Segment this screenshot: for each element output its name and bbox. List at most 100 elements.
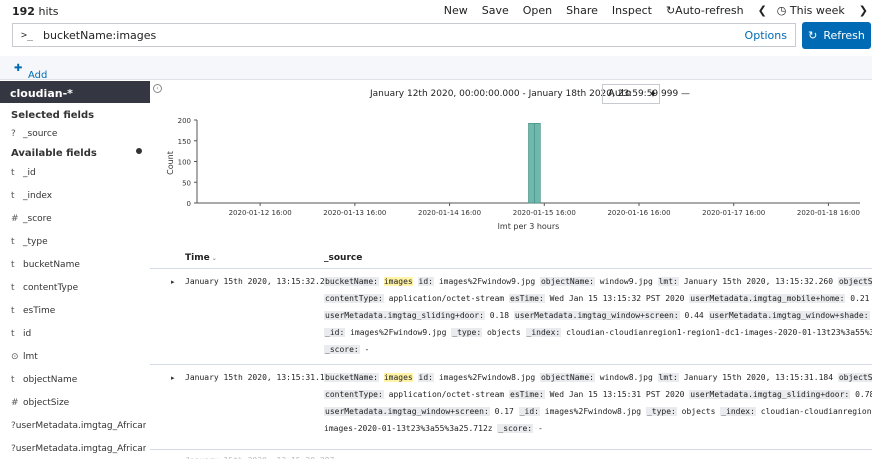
available-field-item[interactable]: ⊙ lmt [11,352,146,362]
refresh-cycle-icon: ↻ [665,4,676,17]
table-row[interactable]: ▸ January 15th 2020, 13:15:32.260 bucketNa… [150,268,872,364]
y-axis-label: Count [166,151,175,175]
hit-count-label: hits [38,5,59,18]
share-button[interactable]: Share [566,4,598,17]
source-value: 0.21 [850,294,870,303]
source-line: userMetadata.imgtag_sliding+door: 0.18 u… [324,307,870,324]
sort-icon: ⌄ [209,255,217,262]
source-key: userMetadata.imgtag_window+shade: [708,311,870,320]
available-field-item[interactable]: ? userMetadata.imgtag_African... [11,421,146,431]
source-value: objects [681,407,716,416]
field-name: _type [23,237,48,247]
selected-field-item[interactable]: ? _source [11,129,146,139]
available-field-item[interactable]: ? userMetadata.imgtag_African... [11,444,146,454]
source-value: January 15th 2020, 13:15:31.184 [683,373,834,382]
source-value: Wed Jan 15 13:15:31 PST 2020 [549,390,685,399]
next-time-button[interactable]: ❯ [859,4,868,17]
field-name: objectName [23,375,78,385]
available-field-item[interactable]: t objectName [11,375,146,385]
source-line: _score: - [324,341,864,358]
search-input[interactable]: bucketName:images [43,29,156,42]
refresh-button[interactable]: ↻ Refresh [802,22,871,49]
refresh-icon: ↻ [808,29,818,42]
field-name: _index [23,191,53,201]
source-value: window8.jpg [599,373,653,382]
inspect-button[interactable]: Inspect [612,4,652,17]
histogram-chart: 0 50 100 150 200 Count 2020-01-12 16:00 2020-01… [166,117,860,231]
field-type-icon: t [11,191,15,201]
source-value: 0.44 [684,311,704,320]
field-type-icon: t [11,329,15,339]
collapse-sidebar-icon[interactable]: ‹ [153,84,162,93]
source-value: 0.17 [494,407,514,416]
options-link[interactable]: Options [745,29,787,42]
source-value: images%2Fwindow9.jpg [350,328,447,337]
source-line: bucketName: images id: images%2Fwindow9.… [324,273,872,290]
x-tick-label: 2020-01-13 16:00 [323,209,386,217]
query-bar[interactable]: >_ bucketName:images Options [12,23,796,47]
row-time: January 15th 2020, 13:15:31.184 [185,373,335,382]
field-name: _source [23,129,58,139]
source-value: window9.jpg [599,277,653,286]
field-type-icon: # [11,398,19,408]
available-field-item[interactable]: t esTime [11,306,146,316]
interval-select[interactable]: Auto ▴ ▾ [602,84,660,104]
table-row[interactable]: ▸ January 15th 2020, 13:15:31.184 bucketNa… [150,364,872,449]
source-key: userMetadata.imgtag_mobile+home: [689,294,846,303]
field-type-icon: t [11,283,15,293]
open-button[interactable]: Open [523,4,552,17]
select-caret-icon: ▴ ▾ [650,87,655,99]
available-field-item[interactable]: t _index [11,191,146,201]
available-field-item[interactable]: # _score [11,214,146,224]
refresh-label: Refresh [823,29,865,42]
available-field-item[interactable]: t bucketName [11,260,146,270]
time-picker-label: This week [789,4,845,17]
source-key: lmt: [657,277,679,286]
top-menu: New Save Open Share Inspect ↻Auto-refres… [430,4,872,17]
discover-app: 192 hits New Save Open Share Inspect ↻Au… [0,0,872,459]
field-name: lmt [23,352,38,362]
expand-row-icon[interactable]: ▸ [171,278,175,286]
field-name: userMetadata.imgtag_African... [15,421,146,431]
source-key: esTime: [509,294,545,303]
auto-refresh-button[interactable]: ↻Auto-refresh [666,4,744,17]
field-type-icon: # [11,214,19,224]
time-column-header[interactable]: Time ⌄ [185,253,217,263]
source-column-header: _source [324,253,363,263]
field-name: objectSize [23,398,70,408]
table-row[interactable]: ▸January 15th 2020, 13:15:30.287 [150,449,872,459]
source-key: _index: [720,407,756,416]
save-button[interactable]: Save [482,4,509,17]
available-field-item[interactable]: t _type [11,237,146,247]
source-value: application/octet-stream [388,294,505,303]
available-field-item[interactable]: # objectSize [11,398,146,408]
source-key: objectSize: [837,277,872,286]
hit-count: 192 hits [12,5,59,18]
gear-icon[interactable] [136,148,142,154]
source-value: January 15th 2020, 13:15:32.260 [683,277,834,286]
time-picker-button[interactable]: ◷ This week [777,4,845,17]
source-key: bucketName: [324,373,379,382]
source-key: userMetadata.imgtag_sliding+door: [324,311,485,320]
index-pattern-selector[interactable]: cloudian-* [0,81,150,103]
top-bar: 192 hits New Save Open Share Inspect ↻Au… [0,0,872,22]
add-filter-link[interactable]: Add a filter ✚ [14,63,51,103]
selected-fields-heading: Selected fields [11,110,95,121]
x-tick-label: 2020-01-18 16:00 [797,209,860,217]
x-tick-label: 2020-01-17 16:00 [702,209,765,217]
field-type-icon: t [11,375,15,385]
interval-value: Auto [608,88,632,99]
x-tick-label: 2020-01-15 16:00 [513,209,576,217]
available-field-item[interactable]: t _id [11,168,146,178]
available-field-item[interactable]: t contentType [11,283,146,293]
source-value: images%2Fwindow8.jpg [544,407,642,416]
prev-time-button[interactable]: ❮ [758,4,767,17]
available-field-item[interactable]: t id [11,329,146,339]
expand-row-icon[interactable]: ▸ [171,374,175,382]
source-line: _id: images%2Fwindow9.jpg _type: objects… [324,324,872,341]
row-source: bucketName: images id: images%2Fwindow8.… [324,369,872,437]
field-name: id [23,329,32,339]
new-button[interactable]: New [444,4,468,17]
field-name: bucketName [23,260,80,270]
source-value: 0.18 [489,311,510,320]
